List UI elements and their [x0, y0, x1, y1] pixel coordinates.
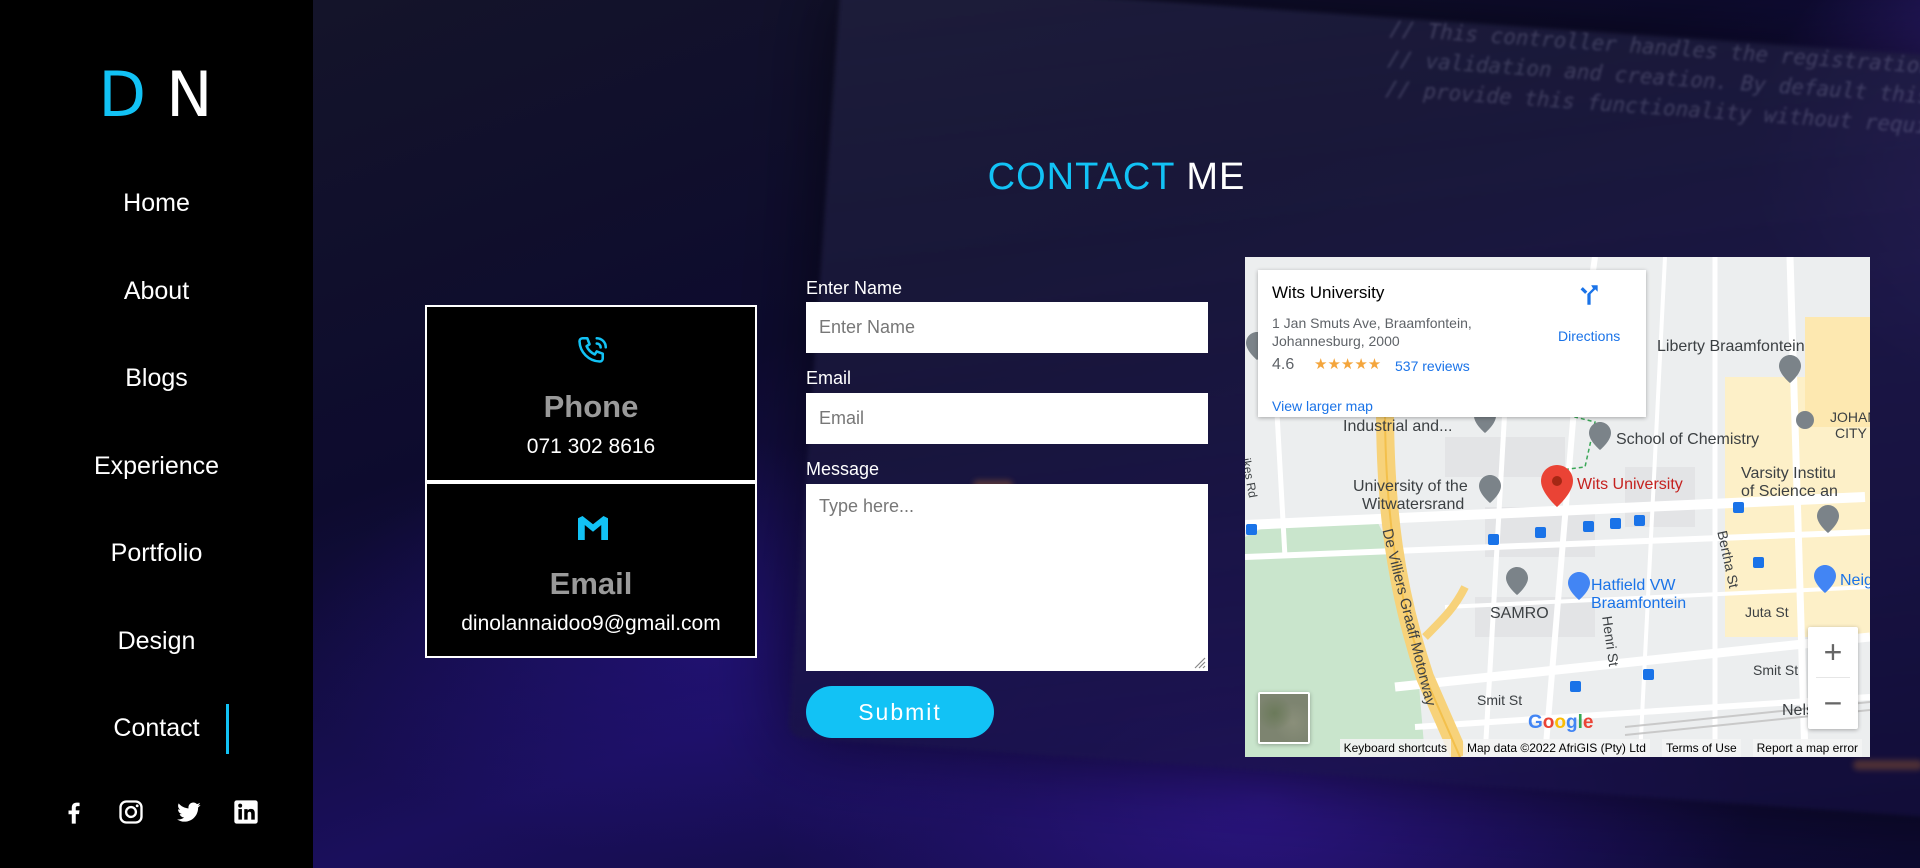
reviews-link[interactable]: 537 reviews — [1395, 358, 1470, 374]
email-address[interactable]: dinolannaidoo9@gmail.com — [427, 612, 755, 636]
nav-item-contact[interactable]: Contact — [0, 701, 313, 789]
phone-card-title: Phone — [543, 389, 639, 424]
map-label-juta: Juta St — [1745, 604, 1789, 620]
email-card-title: Email — [549, 566, 633, 601]
place-name: Wits University — [1272, 283, 1385, 302]
map-label-neig: Neig — [1840, 572, 1870, 589]
main-nav: Home About Blogs Experience Portfolio De… — [0, 176, 313, 789]
map-label-samro: SAMRO — [1490, 605, 1549, 622]
map-label-wits-pin: Wits University — [1577, 476, 1683, 493]
map-label-smit-2: Smit St — [1477, 692, 1523, 708]
map-label-city: CITY C — [1835, 425, 1870, 441]
instagram-icon[interactable] — [117, 798, 145, 826]
map-label-wits-2: Witwatersrand — [1362, 496, 1465, 513]
nav-item-blogs[interactable]: Blogs — [0, 351, 313, 439]
page-title: CONTACT ME — [313, 156, 1920, 199]
linkedin-icon[interactable] — [232, 798, 260, 826]
zoom-out-button[interactable]: − — [1808, 678, 1858, 729]
submit-button[interactable]: Submit — [806, 686, 994, 738]
social-links — [60, 797, 260, 827]
google-logo: Google — [1528, 712, 1594, 733]
message-label: Message — [806, 459, 880, 479]
site-logo[interactable]: DN — [0, 58, 313, 131]
map-label-hatfield-2: Braamfontein — [1591, 595, 1687, 612]
nav-item-home[interactable]: Home — [0, 176, 313, 264]
phone-card: Phone 071 302 8616 — [425, 305, 757, 482]
gmail-icon — [575, 510, 611, 546]
report-error-link[interactable]: Report a map error — [1752, 739, 1862, 757]
facebook-icon[interactable] — [60, 798, 88, 826]
map-label-smit-1: Smit St — [1753, 662, 1799, 678]
map-label-wits-1: University of the — [1353, 478, 1468, 495]
map-label-liberty: Liberty Braamfontein — [1657, 338, 1805, 355]
page-title-accent: CONTACT — [987, 156, 1175, 198]
email-label: Email — [806, 368, 852, 388]
rating-stars-icon: ★★★★★ — [1314, 356, 1382, 373]
sidebar: DN Home About Blogs Experience Portfolio… — [0, 0, 313, 868]
map-label-chemistry: School of Chemistry — [1616, 431, 1760, 448]
place-rating: 4.6 — [1272, 356, 1295, 373]
message-textarea[interactable] — [806, 484, 1208, 671]
logo-initial-d: D — [98, 58, 149, 131]
place-address: 1 Jan Smuts Ave, Braamfontein, Johannesb… — [1272, 315, 1472, 349]
map-attribution: Keyboard shortcuts Map data ©2022 AfriGI… — [1245, 739, 1870, 757]
map-label-johan: JOHAN — [1830, 409, 1870, 425]
embedded-map[interactable]: Liberty Braamfontein School of Chemistry… — [1245, 257, 1870, 757]
zoom-in-button[interactable]: + — [1808, 627, 1858, 678]
map-label-hatfield-1: Hatfield VW — [1591, 577, 1676, 594]
name-label: Enter Name — [806, 278, 903, 298]
nav-item-about[interactable]: About — [0, 264, 313, 352]
directions-icon[interactable] — [1576, 282, 1602, 308]
email-input[interactable] — [806, 393, 1208, 444]
keyboard-shortcuts-link[interactable]: Keyboard shortcuts — [1339, 739, 1451, 757]
satellite-toggle[interactable] — [1258, 692, 1310, 744]
resize-grip-icon[interactable] — [1190, 653, 1206, 669]
zoom-divider — [1816, 677, 1850, 678]
directions-link[interactable]: Directions — [1558, 328, 1620, 344]
nav-item-portfolio[interactable]: Portfolio — [0, 526, 313, 614]
twitter-icon[interactable] — [175, 798, 203, 826]
map-label-industrial: Industrial and... — [1343, 418, 1453, 435]
map-label-varsity-2: of Science an — [1741, 483, 1838, 500]
logo-initial-n: N — [166, 58, 215, 131]
phone-icon — [575, 333, 611, 369]
name-input[interactable] — [806, 302, 1208, 353]
map-place-card: Wits University 1 Jan Smuts Ave, Braamfo… — [1258, 270, 1646, 417]
map-data-credit: Map data ©2022 AfriGIS (Pty) Ltd — [1463, 739, 1650, 757]
nav-item-experience[interactable]: Experience — [0, 439, 313, 527]
map-label-varsity-1: Varsity Institu — [1741, 465, 1836, 482]
nav-item-design[interactable]: Design — [0, 614, 313, 702]
page-title-rest: ME — [1186, 156, 1246, 198]
phone-number[interactable]: 071 302 8616 — [427, 435, 755, 459]
email-card: Email dinolannaidoo9@gmail.com — [425, 482, 757, 658]
terms-link[interactable]: Terms of Use — [1661, 739, 1741, 757]
view-larger-map-link[interactable]: View larger map — [1272, 398, 1373, 414]
map-zoom-controls: + − — [1808, 627, 1858, 729]
